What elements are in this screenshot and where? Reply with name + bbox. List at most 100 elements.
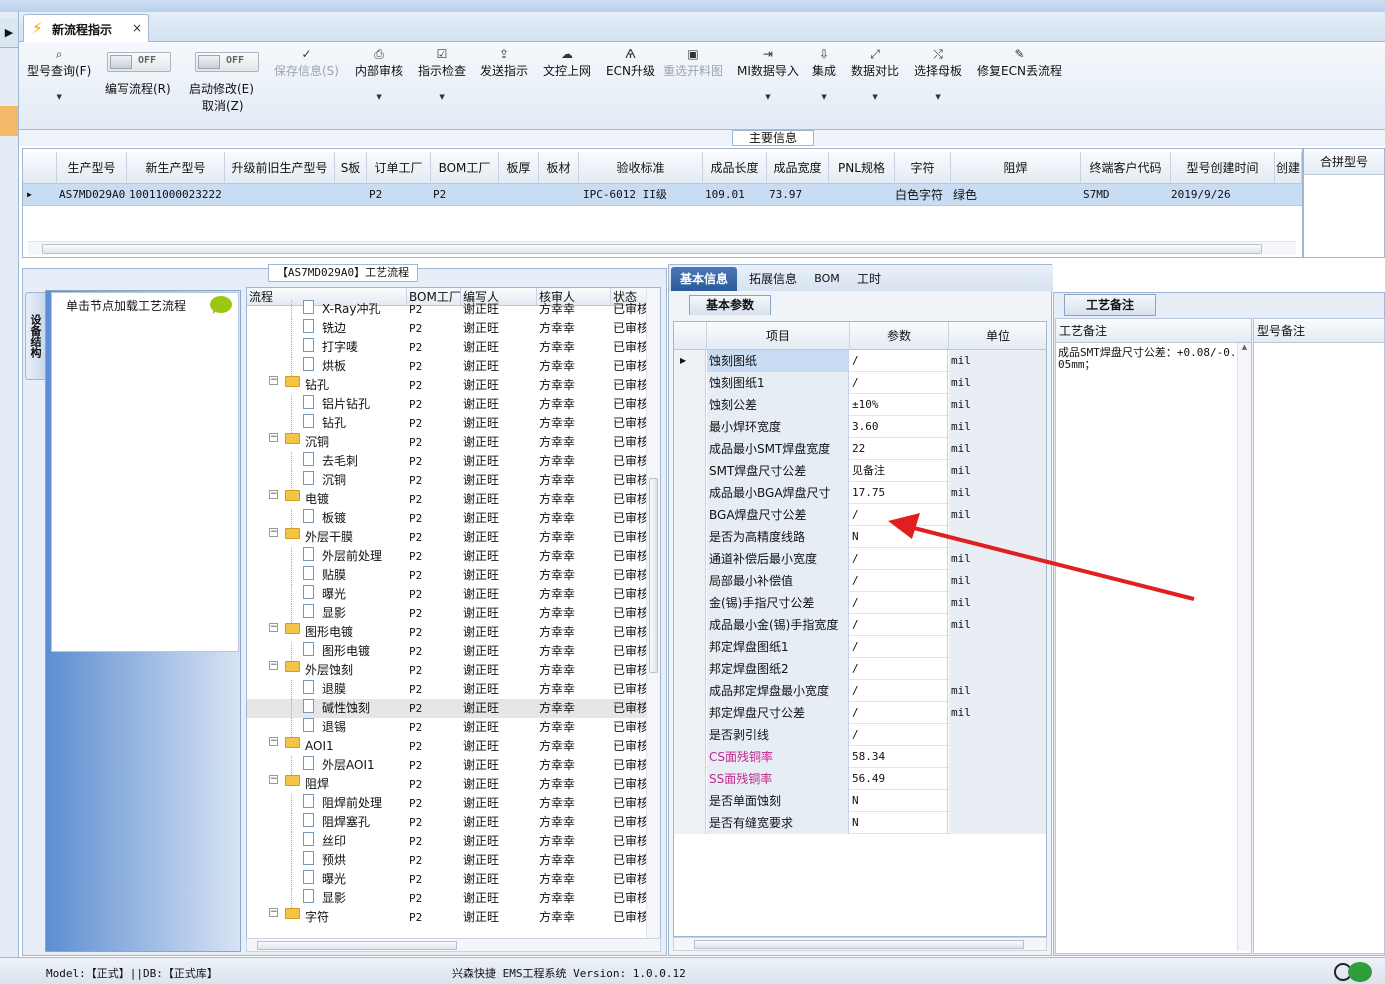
collapse-icon[interactable]: − <box>269 661 278 670</box>
param-value[interactable]: / <box>850 614 948 636</box>
table-row[interactable]: 成品邦定焊盘最小宽度 / mil <box>674 680 1046 702</box>
list-item[interactable]: X-Ray冲孔 P2 谢正旺 方幸幸 已审核 <box>247 300 649 319</box>
list-item[interactable]: − 电镀 P2 谢正旺 方幸幸 已审核 <box>247 490 649 509</box>
list-item[interactable]: 板镀 P2 谢正旺 方幸幸 已审核 <box>247 509 649 528</box>
params-horizontal-scrollbar[interactable] <box>673 937 1047 951</box>
table-row[interactable]: 是否有缝宽要求 N <box>674 812 1046 834</box>
tab-bom[interactable]: BOM <box>809 267 845 291</box>
table-row[interactable]: 邦定焊盘尺寸公差 / mil <box>674 702 1046 724</box>
start-edit-toggle[interactable]: OFF <box>195 52 259 72</box>
cancel-label[interactable]: 取消(Z) <box>202 97 244 114</box>
list-item[interactable]: 显影 P2 谢正旺 方幸幸 已审核 <box>247 604 649 623</box>
table-row[interactable]: 邦定焊盘图纸1/ <box>674 636 1046 658</box>
vertical-scrollbar[interactable] <box>646 288 660 938</box>
dropdown-arrow-icon[interactable]: ▼ <box>27 93 91 101</box>
param-value[interactable]: 3.60 <box>850 416 948 438</box>
tab-basic-info[interactable]: 基本信息 <box>671 267 737 291</box>
param-value[interactable]: 58.34 <box>850 746 948 768</box>
collapse-nav-icon[interactable]: ▶ <box>0 18 18 48</box>
list-item[interactable]: 贴膜 P2 谢正旺 方幸幸 已审核 <box>247 566 649 585</box>
collapse-icon[interactable]: − <box>269 737 278 746</box>
tab-extended-info[interactable]: 拓展信息 <box>741 267 805 291</box>
param-value[interactable]: N <box>850 790 948 812</box>
tab-work-hours[interactable]: 工时 <box>849 267 889 291</box>
list-item[interactable]: 铣边 P2 谢正旺 方幸幸 已审核 <box>247 319 649 338</box>
table-row[interactable]: 蚀刻图纸1/mil <box>674 372 1046 394</box>
param-value[interactable]: N <box>850 812 948 834</box>
list-item[interactable]: 丝印 P2 谢正旺 方幸幸 已审核 <box>247 832 649 851</box>
save-info-button[interactable]: ✓ 保存信息(S) <box>274 46 339 79</box>
param-value[interactable]: / <box>850 702 948 724</box>
send-instruction-button[interactable]: ⇪ 发送指示 <box>480 46 528 79</box>
table-row[interactable]: SMT焊盘尺寸公差 见备注 mil <box>674 460 1046 482</box>
table-row[interactable]: SS面残铜率 56.49 <box>674 768 1046 790</box>
model-notes-box[interactable]: 型号备注 <box>1253 318 1385 954</box>
list-item[interactable]: 显影 P2 谢正旺 方幸幸 已审核 <box>247 889 649 908</box>
param-value[interactable]: / <box>850 350 948 372</box>
list-item[interactable]: 外层前处理 P2 谢正旺 方幸幸 已审核 <box>247 547 649 566</box>
collapse-icon[interactable]: − <box>269 490 278 499</box>
list-item[interactable]: 阻焊塞孔 P2 谢正旺 方幸幸 已审核 <box>247 813 649 832</box>
param-value[interactable]: / <box>850 658 948 680</box>
left-nav-strip[interactable]: ▶ <box>0 12 19 957</box>
node-list[interactable]: 单击节点加载工艺流程 <box>51 292 239 652</box>
internal-review-button[interactable]: ⎙ 内部审核 ▼ <box>355 46 403 101</box>
table-row[interactable]: 蚀刻公差 ±10% mil <box>674 394 1046 416</box>
dropdown-arrow-icon[interactable]: ▼ <box>914 93 962 101</box>
list-item[interactable]: 曝光 P2 谢正旺 方幸幸 已审核 <box>247 585 649 604</box>
list-item[interactable]: − 沉铜 P2 谢正旺 方幸幸 已审核 <box>247 433 649 452</box>
table-row[interactable]: 邦定焊盘图纸2/ <box>674 658 1046 680</box>
param-value[interactable]: / <box>850 372 948 394</box>
model-query-button[interactable]: ⌕ 型号查询(F) ▼ <box>27 46 91 101</box>
list-item[interactable]: − AOI1 P2 谢正旺 方幸幸 已审核 <box>247 737 649 756</box>
list-item[interactable]: − 外层蚀刻 P2 谢正旺 方幸幸 已审核 <box>247 661 649 680</box>
ecn-upgrade-button[interactable]: Ѧ ECN升级 <box>606 46 655 79</box>
collapse-icon[interactable]: − <box>269 433 278 442</box>
notes-scrollbar[interactable]: ▲ <box>1237 343 1251 951</box>
collapse-icon[interactable]: − <box>269 775 278 784</box>
doc-control-online-button[interactable]: ☁ 文控上网 <box>543 46 591 79</box>
reselect-cutting-chart-button[interactable]: ▣ 重选开料图 <box>663 46 723 79</box>
list-item[interactable]: 图形电镀 P2 谢正旺 方幸幸 已审核 <box>247 642 649 661</box>
list-item[interactable]: − 钻孔 P2 谢正旺 方幸幸 已审核 <box>247 376 649 395</box>
collapse-icon[interactable]: − <box>269 376 278 385</box>
select-motherboard-button[interactable]: ⤭ 选择母板 ▼ <box>914 46 962 101</box>
dropdown-arrow-icon[interactable]: ▼ <box>812 93 836 101</box>
tab-process-notes[interactable]: 工艺备注 <box>1064 294 1156 316</box>
process-notes-box[interactable]: 工艺备注 成品SMT焊盘尺寸公差：+0.08/-0.05mm； ▲ <box>1055 318 1252 954</box>
table-row[interactable]: 成品最小BGA焊盘尺寸 17.75 mil <box>674 482 1046 504</box>
repair-ecn-flow-button[interactable]: ✎ 修复ECN丢流程 <box>977 46 1062 79</box>
dropdown-arrow-icon[interactable]: ▼ <box>418 93 466 101</box>
collapse-icon[interactable]: − <box>269 908 278 917</box>
list-item[interactable]: − 外层干膜 P2 谢正旺 方幸幸 已审核 <box>247 528 649 547</box>
table-row[interactable]: 是否剥引线 / <box>674 724 1046 746</box>
tree-horizontal-scrollbar[interactable] <box>246 938 661 952</box>
table-row[interactable]: 最小焊环宽度 3.60 mil <box>674 416 1046 438</box>
list-item[interactable]: 曝光 P2 谢正旺 方幸幸 已审核 <box>247 870 649 889</box>
integrate-button[interactable]: ⇩ 集成 ▼ <box>812 46 836 101</box>
table-row[interactable]: ▶ 蚀刻图纸 / mil <box>674 350 1046 372</box>
dropdown-arrow-icon[interactable]: ▼ <box>851 93 899 101</box>
param-value[interactable]: 17.75 <box>850 482 948 504</box>
list-item[interactable]: 去毛刺 P2 谢正旺 方幸幸 已审核 <box>247 452 649 471</box>
list-item[interactable]: − 字符 P2 谢正旺 方幸幸 已审核 <box>247 908 649 927</box>
table-row[interactable]: CS面残铜率 58.34 <box>674 746 1046 768</box>
param-value[interactable]: 22 <box>850 438 948 460</box>
list-item[interactable]: − 阻焊 P2 谢正旺 方幸幸 已审核 <box>247 775 649 794</box>
tab-close-icon[interactable]: × <box>132 21 142 35</box>
horizontal-scrollbar[interactable] <box>28 241 1296 255</box>
dropdown-arrow-icon[interactable]: ▼ <box>737 93 799 101</box>
list-item[interactable]: 钻孔 P2 谢正旺 方幸幸 已审核 <box>247 414 649 433</box>
list-item[interactable]: 退膜 P2 谢正旺 方幸幸 已审核 <box>247 680 649 699</box>
param-value[interactable]: 56.49 <box>850 768 948 790</box>
list-item[interactable]: 沉铜 P2 谢正旺 方幸幸 已审核 <box>247 471 649 490</box>
param-value[interactable]: / <box>850 680 948 702</box>
list-item[interactable]: 外层AOI1 P2 谢正旺 方幸幸 已审核 <box>247 756 649 775</box>
list-item[interactable]: 阻焊前处理 P2 谢正旺 方幸幸 已审核 <box>247 794 649 813</box>
param-value[interactable]: ±10% <box>850 394 948 416</box>
table-row[interactable]: 成品最小金(锡)手指宽度 / mil <box>674 614 1046 636</box>
list-item[interactable]: 退锡 P2 谢正旺 方幸幸 已审核 <box>247 718 649 737</box>
param-value[interactable]: / <box>850 636 948 658</box>
table-row[interactable]: ▶ AS7MD029A0 10011000023222 P2 P2 IPC-60… <box>23 184 1302 206</box>
list-item[interactable]: 打字唛 P2 谢正旺 方幸幸 已审核 <box>247 338 649 357</box>
